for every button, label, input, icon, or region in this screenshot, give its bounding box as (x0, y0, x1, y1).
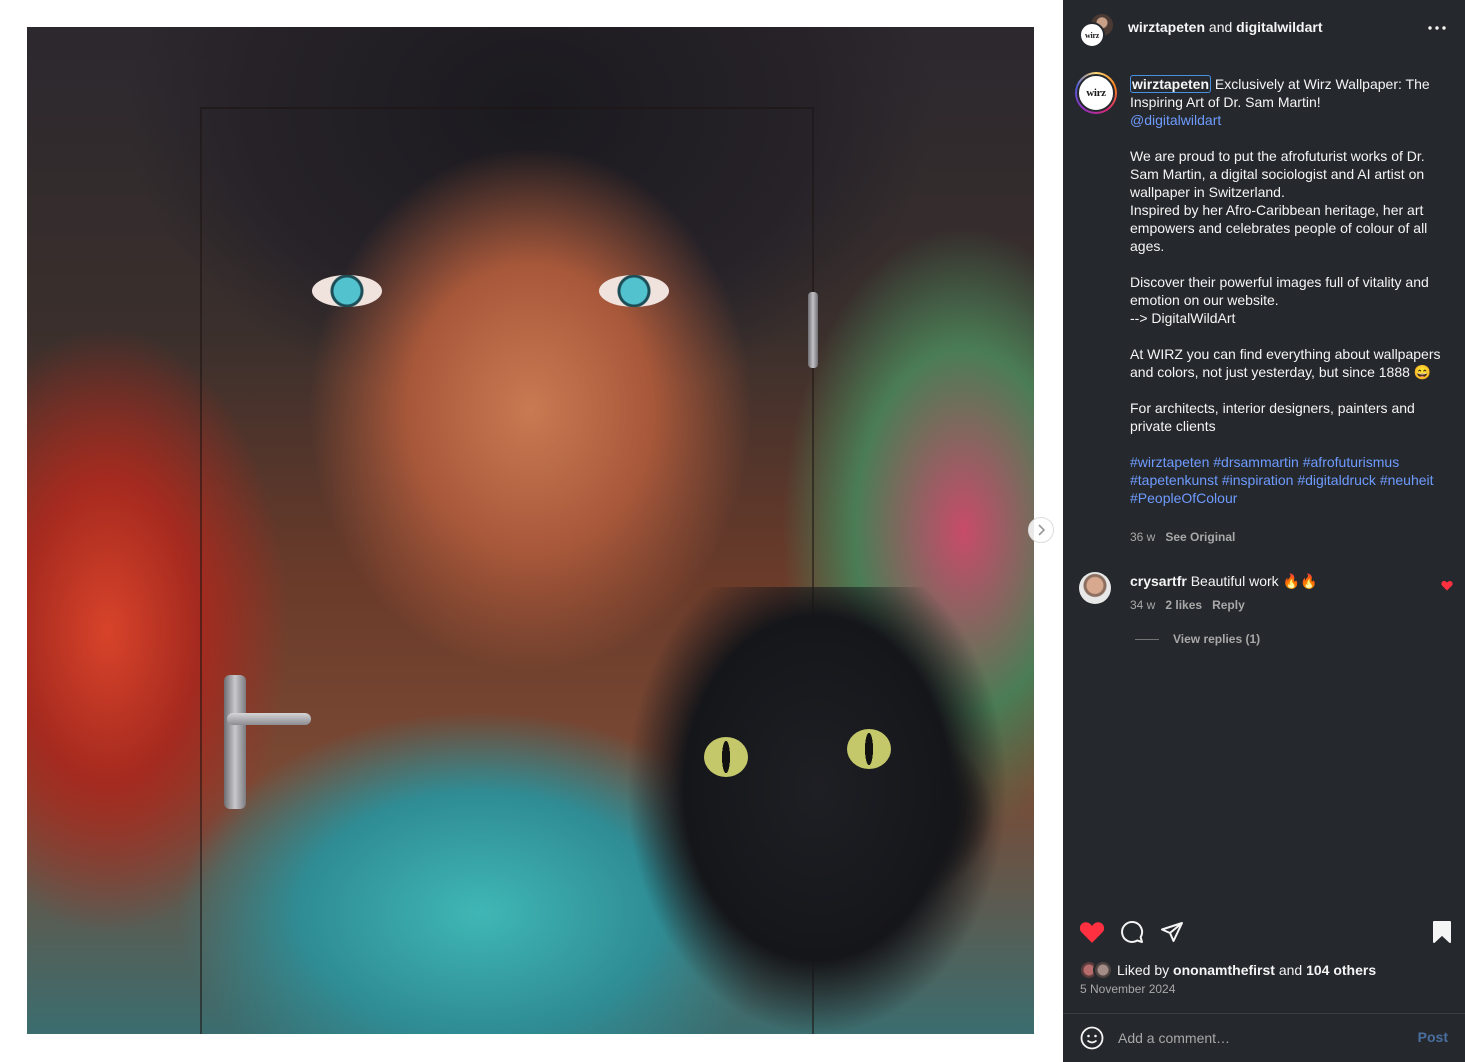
save-button[interactable] (1428, 918, 1456, 946)
likes-connector: and (1278, 962, 1303, 978)
door-hinge (808, 292, 818, 368)
comment-likes[interactable]: 2 likes (1165, 598, 1202, 612)
author-link[interactable]: wirztapeten (1128, 19, 1205, 35)
comment-icon (1121, 921, 1144, 943)
author-link[interactable]: digitalwildart (1236, 19, 1322, 35)
media-pane (0, 0, 1063, 1062)
wirz-logo: wirz (1085, 30, 1099, 40)
more-options-button[interactable] (1425, 18, 1449, 38)
post-actions (1063, 916, 1465, 948)
add-comment-bar: Post (1063, 1013, 1465, 1062)
post-caption: wirztapeten Exclusively at Wirz Wallpape… (1130, 75, 1450, 507)
view-replies-label: View replies (1) (1173, 632, 1261, 646)
comment-time: 34 w (1130, 598, 1156, 612)
right-eye (599, 275, 669, 307)
comment-like-button[interactable] (1441, 580, 1453, 594)
chevron-right-icon (1038, 524, 1046, 536)
door-handle (224, 675, 246, 809)
comment-button[interactable] (1118, 918, 1146, 946)
comment-username[interactable]: crysartfr (1130, 573, 1187, 589)
caption-meta: 36 w See Original (1130, 530, 1235, 544)
avatar (1093, 960, 1113, 980)
avatar-inner: wirz (1077, 74, 1115, 112)
door-lever (227, 713, 311, 725)
send-icon (1161, 922, 1183, 942)
like-button[interactable] (1078, 918, 1106, 946)
likes-count-link[interactable]: 104 others (1306, 962, 1376, 978)
caption-time: 36 w (1130, 530, 1156, 544)
authors-connector: and (1205, 19, 1237, 35)
share-button[interactable] (1158, 918, 1186, 946)
post-side-panel: wirz wirztapeten and digitalwildart wirz… (1063, 0, 1465, 1062)
avatar[interactable] (1079, 572, 1111, 604)
heart-filled-icon (1079, 922, 1105, 943)
mention-link[interactable]: @digitalwildart (1130, 112, 1221, 128)
comment-input[interactable] (1118, 1028, 1398, 1048)
next-image-button[interactable] (1028, 517, 1054, 543)
likes-summary: Liked by ononamthefirst and 104 others (1079, 960, 1376, 980)
comment-body: Beautiful work 🔥🔥 (1190, 573, 1318, 589)
cat-right-eye (847, 729, 891, 769)
avatar[interactable]: wirz (1075, 72, 1117, 114)
comment-meta: 34 w 2 likes Reply (1130, 598, 1245, 612)
heart-icon (1441, 580, 1453, 591)
reply-button[interactable]: Reply (1212, 598, 1245, 612)
post-date: 5 November 2024 (1080, 982, 1176, 996)
collab-avatars[interactable]: wirz (1079, 14, 1113, 48)
emoji-icon (1080, 1026, 1104, 1050)
left-eye (312, 275, 382, 307)
replies-divider (1135, 638, 1159, 640)
avatar: wirz (1079, 22, 1105, 48)
caption-body: We are proud to put the afrofuturist wor… (1130, 148, 1441, 434)
liker-username[interactable]: ononamthefirst (1173, 962, 1275, 978)
hashtags[interactable]: #wirztapeten #drsammartin #afrofuturismu… (1130, 454, 1437, 506)
post-header: wirz wirztapeten and digitalwildart (1063, 0, 1465, 56)
post-comment-button[interactable]: Post (1418, 1029, 1448, 1045)
post-photo[interactable] (27, 27, 1034, 1034)
post-authors: wirztapeten and digitalwildart (1128, 19, 1323, 35)
caption-username[interactable]: wirztapeten (1130, 75, 1212, 93)
emoji-button[interactable] (1080, 1026, 1104, 1050)
bookmark-filled-icon (1433, 921, 1451, 943)
likes-prefix: Liked by (1117, 962, 1170, 978)
comment-text: crysartfr Beautiful work 🔥🔥 (1130, 572, 1317, 590)
black-cat (627, 587, 1007, 1034)
cat-left-eye (704, 737, 748, 777)
wirz-logo: wirz (1086, 87, 1106, 99)
more-horizontal-icon (1428, 26, 1446, 30)
view-replies-button[interactable]: View replies (1) (1135, 632, 1260, 646)
see-original-button[interactable]: See Original (1165, 530, 1235, 544)
